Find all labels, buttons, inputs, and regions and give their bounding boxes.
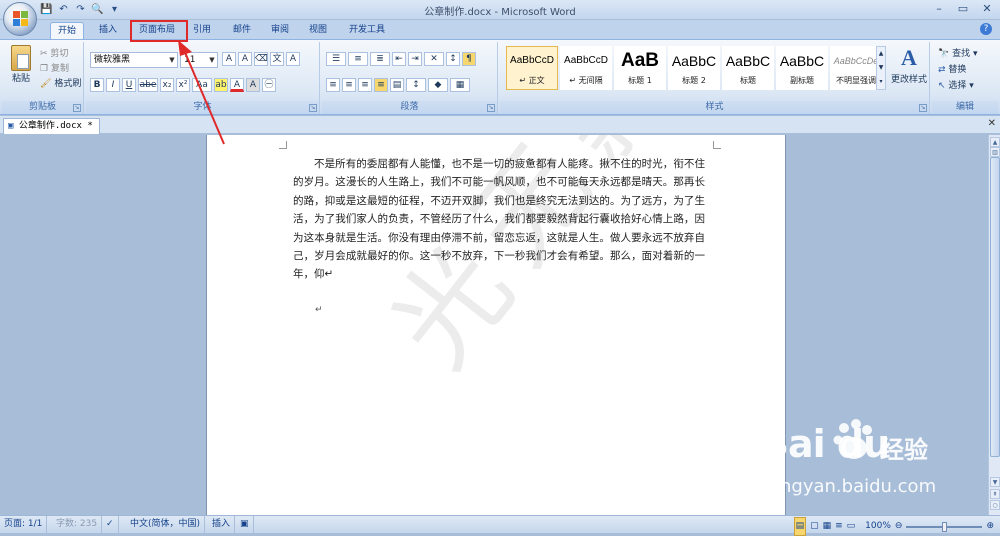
red-arrow — [178, 40, 225, 145]
